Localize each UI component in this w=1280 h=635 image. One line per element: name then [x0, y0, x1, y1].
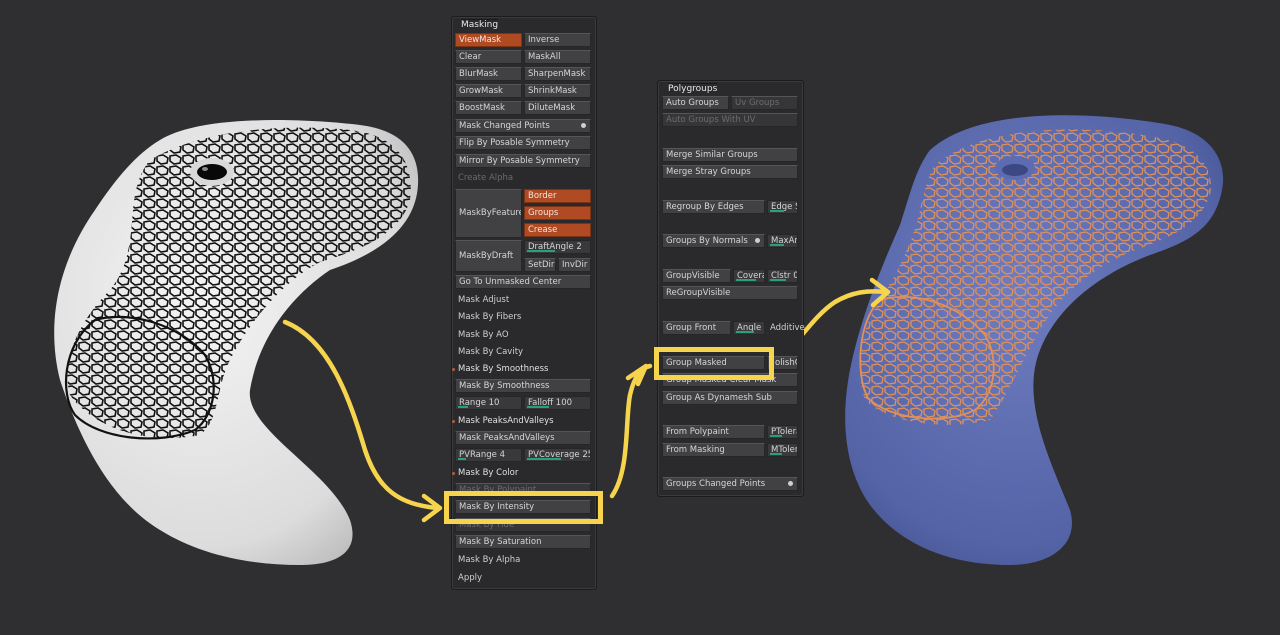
- toggle-dot-icon: [788, 481, 793, 486]
- left-model-image: [54, 115, 1224, 565]
- falloff-slider[interactable]: Falloff 100: [524, 396, 591, 410]
- max-ang-slider[interactable]: MaxAng: [767, 234, 798, 248]
- highlight-mask-by-intensity: [444, 491, 603, 524]
- p-tolera-slider[interactable]: PTolera: [767, 425, 798, 439]
- mask-by-fibers-button[interactable]: Mask By Fibers: [455, 311, 521, 323]
- masking-panel-title: Masking: [461, 19, 499, 30]
- angle-slider[interactable]: Angle: [733, 321, 765, 335]
- blur-mask-button[interactable]: BlurMask: [455, 67, 522, 81]
- groups-by-normals-button[interactable]: Groups By Normals: [662, 234, 765, 248]
- polygroups-panel-title: Polygroups: [668, 83, 718, 94]
- mask-changed-points-button[interactable]: Mask Changed Points: [455, 119, 591, 133]
- mask-peaks-valleys-button[interactable]: Mask PeaksAndValleys: [455, 431, 591, 445]
- grow-mask-button[interactable]: GrowMask: [455, 84, 522, 98]
- group-visible-button[interactable]: GroupVisible: [662, 269, 731, 283]
- merge-similar-groups-button[interactable]: Merge Similar Groups: [662, 148, 798, 162]
- angle-track: [736, 331, 754, 333]
- pv-range-slider[interactable]: PVRange 4: [455, 448, 522, 462]
- mask-adjust-button[interactable]: Mask Adjust: [455, 294, 509, 306]
- draft-angle-slider[interactable]: DraftAngle 2: [524, 240, 591, 254]
- inv-dir-button[interactable]: InvDir: [558, 258, 591, 272]
- pv-range-track: [458, 458, 466, 460]
- edge-se-slider[interactable]: Edge Se: [767, 200, 798, 214]
- edge-se-track: [770, 210, 784, 212]
- apply-button[interactable]: Apply: [455, 572, 482, 584]
- mask-by-color-section[interactable]: Mask By Color: [452, 467, 518, 479]
- clstr-slider[interactable]: Clstr 0.: [767, 269, 798, 283]
- boost-mask-button[interactable]: BoostMask: [455, 101, 522, 115]
- group-front-button[interactable]: Group Front: [662, 321, 731, 335]
- flip-by-posable-symmetry-button[interactable]: Flip By Posable Symmetry: [455, 136, 591, 150]
- mask-by-ao-button[interactable]: Mask By AO: [455, 329, 509, 341]
- groups-changed-points-button[interactable]: Groups Changed Points: [662, 477, 798, 491]
- toggle-dot-icon: [755, 238, 760, 243]
- groups-button[interactable]: Groups: [524, 206, 591, 220]
- mirror-by-posable-symmetry-button[interactable]: Mirror By Posable Symmetry: [455, 154, 591, 168]
- mask-by-smoothness-section[interactable]: Mask By Smoothness: [452, 363, 548, 375]
- mask-all-button[interactable]: MaskAll: [524, 50, 591, 64]
- clear-mask-button[interactable]: Clear: [455, 50, 522, 64]
- regroup-by-edges-button[interactable]: Regroup By Edges: [662, 200, 765, 214]
- from-masking-button[interactable]: From Masking: [662, 443, 765, 457]
- falloff-track: [527, 406, 549, 408]
- coverage-track: [736, 279, 756, 281]
- coverage-slider[interactable]: Covera: [733, 269, 765, 283]
- m-tolera-slider[interactable]: MTolera: [767, 443, 798, 457]
- draft-angle-track: [527, 250, 555, 252]
- mask-by-saturation-button[interactable]: Mask By Saturation: [455, 535, 591, 549]
- mask-peaks-valleys-section[interactable]: Mask PeaksAndValleys: [452, 415, 554, 427]
- pv-coverage-track: [527, 458, 561, 460]
- groups-by-normals-label: Groups By Normals: [666, 236, 748, 246]
- range-slider[interactable]: Range 10: [455, 396, 522, 410]
- regroup-visible-button[interactable]: ReGroupVisible: [662, 286, 798, 300]
- from-polypaint-button[interactable]: From Polypaint: [662, 425, 765, 439]
- merge-stray-groups-button[interactable]: Merge Stray Groups: [662, 165, 798, 179]
- create-alpha-button[interactable]: Create Alpha: [455, 172, 513, 184]
- mask-by-smoothness-button[interactable]: Mask By Smoothness: [455, 379, 591, 393]
- border-button[interactable]: Border: [524, 189, 591, 203]
- crease-button[interactable]: Crease: [524, 223, 591, 237]
- group-as-dynamesh-sub-button[interactable]: Group As Dynamesh Sub: [662, 391, 798, 405]
- inverse-button[interactable]: Inverse: [524, 33, 591, 47]
- dilute-mask-button[interactable]: DiluteMask: [524, 101, 591, 115]
- clstr-track: [770, 279, 786, 281]
- toggle-dot-icon: [581, 123, 586, 128]
- max-ang-track: [770, 244, 784, 246]
- auto-groups-button[interactable]: Auto Groups: [662, 96, 729, 110]
- set-dir-button[interactable]: SetDir: [524, 258, 556, 272]
- highlight-group-masked: [654, 347, 774, 380]
- groups-changed-points-label: Groups Changed Points: [666, 479, 766, 489]
- mask-changed-points-label: Mask Changed Points: [459, 121, 550, 131]
- shrink-mask-button[interactable]: ShrinkMask: [524, 84, 591, 98]
- mask-by-draft-button[interactable]: MaskByDraft: [455, 240, 522, 272]
- mask-by-feature-button[interactable]: MaskByFeature: [455, 189, 522, 238]
- view-mask-button[interactable]: ViewMask: [455, 33, 522, 47]
- auto-groups-with-uv-button[interactable]: Auto Groups With UV: [662, 113, 798, 127]
- m-tolera-track: [770, 453, 782, 455]
- uv-groups-button[interactable]: Uv Groups: [731, 96, 798, 110]
- range-track: [458, 406, 468, 408]
- sharpen-mask-button[interactable]: SharpenMask: [524, 67, 591, 81]
- p-tolera-track: [770, 435, 782, 437]
- additive-toggle[interactable]: Additive: [767, 322, 805, 334]
- mask-by-alpha-button[interactable]: Mask By Alpha: [455, 554, 520, 566]
- go-to-unmasked-center-button[interactable]: Go To Unmasked Center: [455, 275, 591, 289]
- mask-by-cavity-button[interactable]: Mask By Cavity: [455, 346, 523, 358]
- pv-coverage-slider[interactable]: PVCoverage 25: [524, 448, 591, 462]
